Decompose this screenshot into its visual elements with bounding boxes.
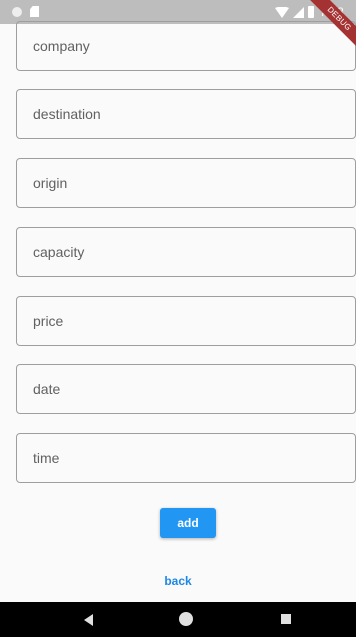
capacity-placeholder: capacity [33, 244, 85, 260]
home-circle-icon[interactable] [179, 612, 193, 626]
destination-placeholder: destination [33, 106, 101, 122]
origin-field[interactable]: origin [16, 158, 356, 208]
signal-icon [292, 6, 304, 18]
recents-square-icon[interactable] [281, 614, 291, 624]
capacity-field[interactable]: capacity [16, 227, 356, 277]
price-field[interactable]: price [16, 296, 356, 346]
add-button[interactable]: add [160, 508, 216, 538]
battery-icon [307, 6, 314, 18]
time-field[interactable]: time [16, 433, 356, 483]
sd-card-icon [30, 6, 39, 17]
notification-dot-icon [12, 6, 22, 17]
back-triangle-icon[interactable] [84, 614, 93, 626]
destination-field[interactable]: destination [16, 89, 356, 139]
navigation-bar [0, 602, 356, 637]
time-placeholder: time [33, 450, 60, 466]
date-field[interactable]: date [16, 364, 356, 414]
wifi-icon [274, 6, 289, 18]
origin-placeholder: origin [33, 175, 68, 191]
price-placeholder: price [33, 313, 64, 329]
back-link[interactable]: back [0, 574, 356, 588]
status-bar-left [12, 6, 39, 17]
company-field[interactable]: company [16, 21, 356, 71]
company-placeholder: company [33, 38, 90, 54]
date-placeholder: date [33, 381, 61, 397]
